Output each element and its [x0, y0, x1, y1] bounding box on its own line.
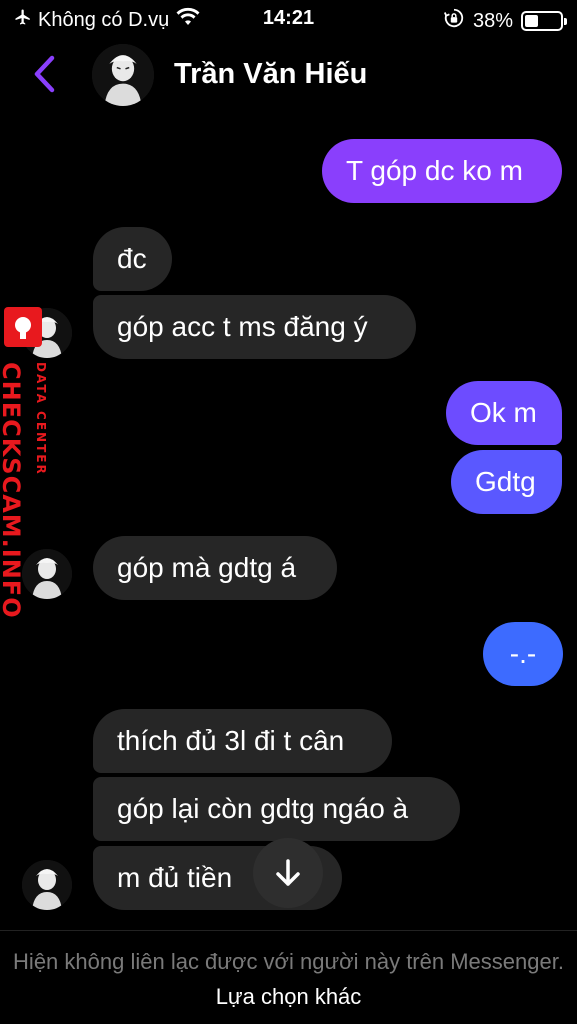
unavailable-notice: Hiện không liên lạc được với người này t… — [0, 944, 577, 1014]
battery-icon — [521, 11, 567, 31]
status-bar: Không có D.vụ 14:21 38% — [0, 0, 577, 38]
lock-icon — [15, 317, 31, 339]
chat-header: Trần Văn Hiếu — [0, 38, 577, 116]
message-outgoing[interactable]: T góp dc ko m — [322, 139, 562, 203]
battery-percent: 38% — [472, 9, 513, 32]
sender-avatar[interactable] — [22, 549, 72, 599]
scroll-to-bottom-button[interactable] — [253, 838, 323, 908]
message-incoming[interactable]: đc — [93, 227, 172, 291]
watermark-subtext: DATA CENTER — [34, 362, 48, 476]
profile-picture — [22, 860, 72, 910]
status-right: 38% — [443, 7, 567, 35]
message-incoming[interactable]: thích đủ 3l đi t cân — [93, 709, 392, 773]
message-text: Gdtg — [475, 466, 536, 497]
message-incoming[interactable]: góp lại còn gdtg ngáo à — [93, 777, 460, 841]
profile-picture — [22, 549, 72, 599]
watermark-logo — [4, 307, 42, 347]
message-text: thích đủ 3l đi t cân — [117, 725, 345, 756]
watermark-text: CHECKSCAM.INFO — [0, 362, 25, 619]
battery-fill — [525, 15, 538, 27]
message-text: -.- — [509, 638, 537, 669]
sender-avatar[interactable] — [22, 860, 72, 910]
message-incoming[interactable]: góp mà gdtg á — [93, 536, 337, 600]
other-options-link[interactable]: Lựa chọn khác — [216, 984, 362, 1009]
message-incoming[interactable]: góp acc t ms đăng ý — [93, 295, 416, 359]
contact-name[interactable]: Trần Văn Hiếu — [174, 58, 367, 91]
message-text: góp mà gdtg á — [117, 552, 297, 583]
rotation-lock-icon — [443, 7, 465, 35]
message-text: góp lại còn gdtg ngáo à — [117, 793, 409, 824]
message-text: đc — [117, 243, 147, 274]
message-outgoing[interactable]: Gdtg — [451, 450, 562, 514]
chevron-left-icon — [34, 55, 55, 93]
profile-picture — [92, 44, 154, 106]
message-outgoing[interactable]: Ok m — [446, 381, 562, 445]
contact-avatar[interactable] — [92, 44, 154, 106]
arrow-down-icon — [276, 859, 300, 886]
message-text: Ok m — [470, 397, 537, 428]
back-button[interactable] — [28, 52, 64, 96]
message-outgoing[interactable]: -.- — [483, 622, 563, 686]
footer-divider — [0, 930, 577, 931]
message-text: T góp dc ko m — [346, 155, 523, 186]
message-text: m đủ tiền — [117, 862, 233, 893]
message-text: góp acc t ms đăng ý — [117, 311, 368, 342]
notice-text: Hiện không liên lạc được với người này t… — [13, 949, 564, 974]
